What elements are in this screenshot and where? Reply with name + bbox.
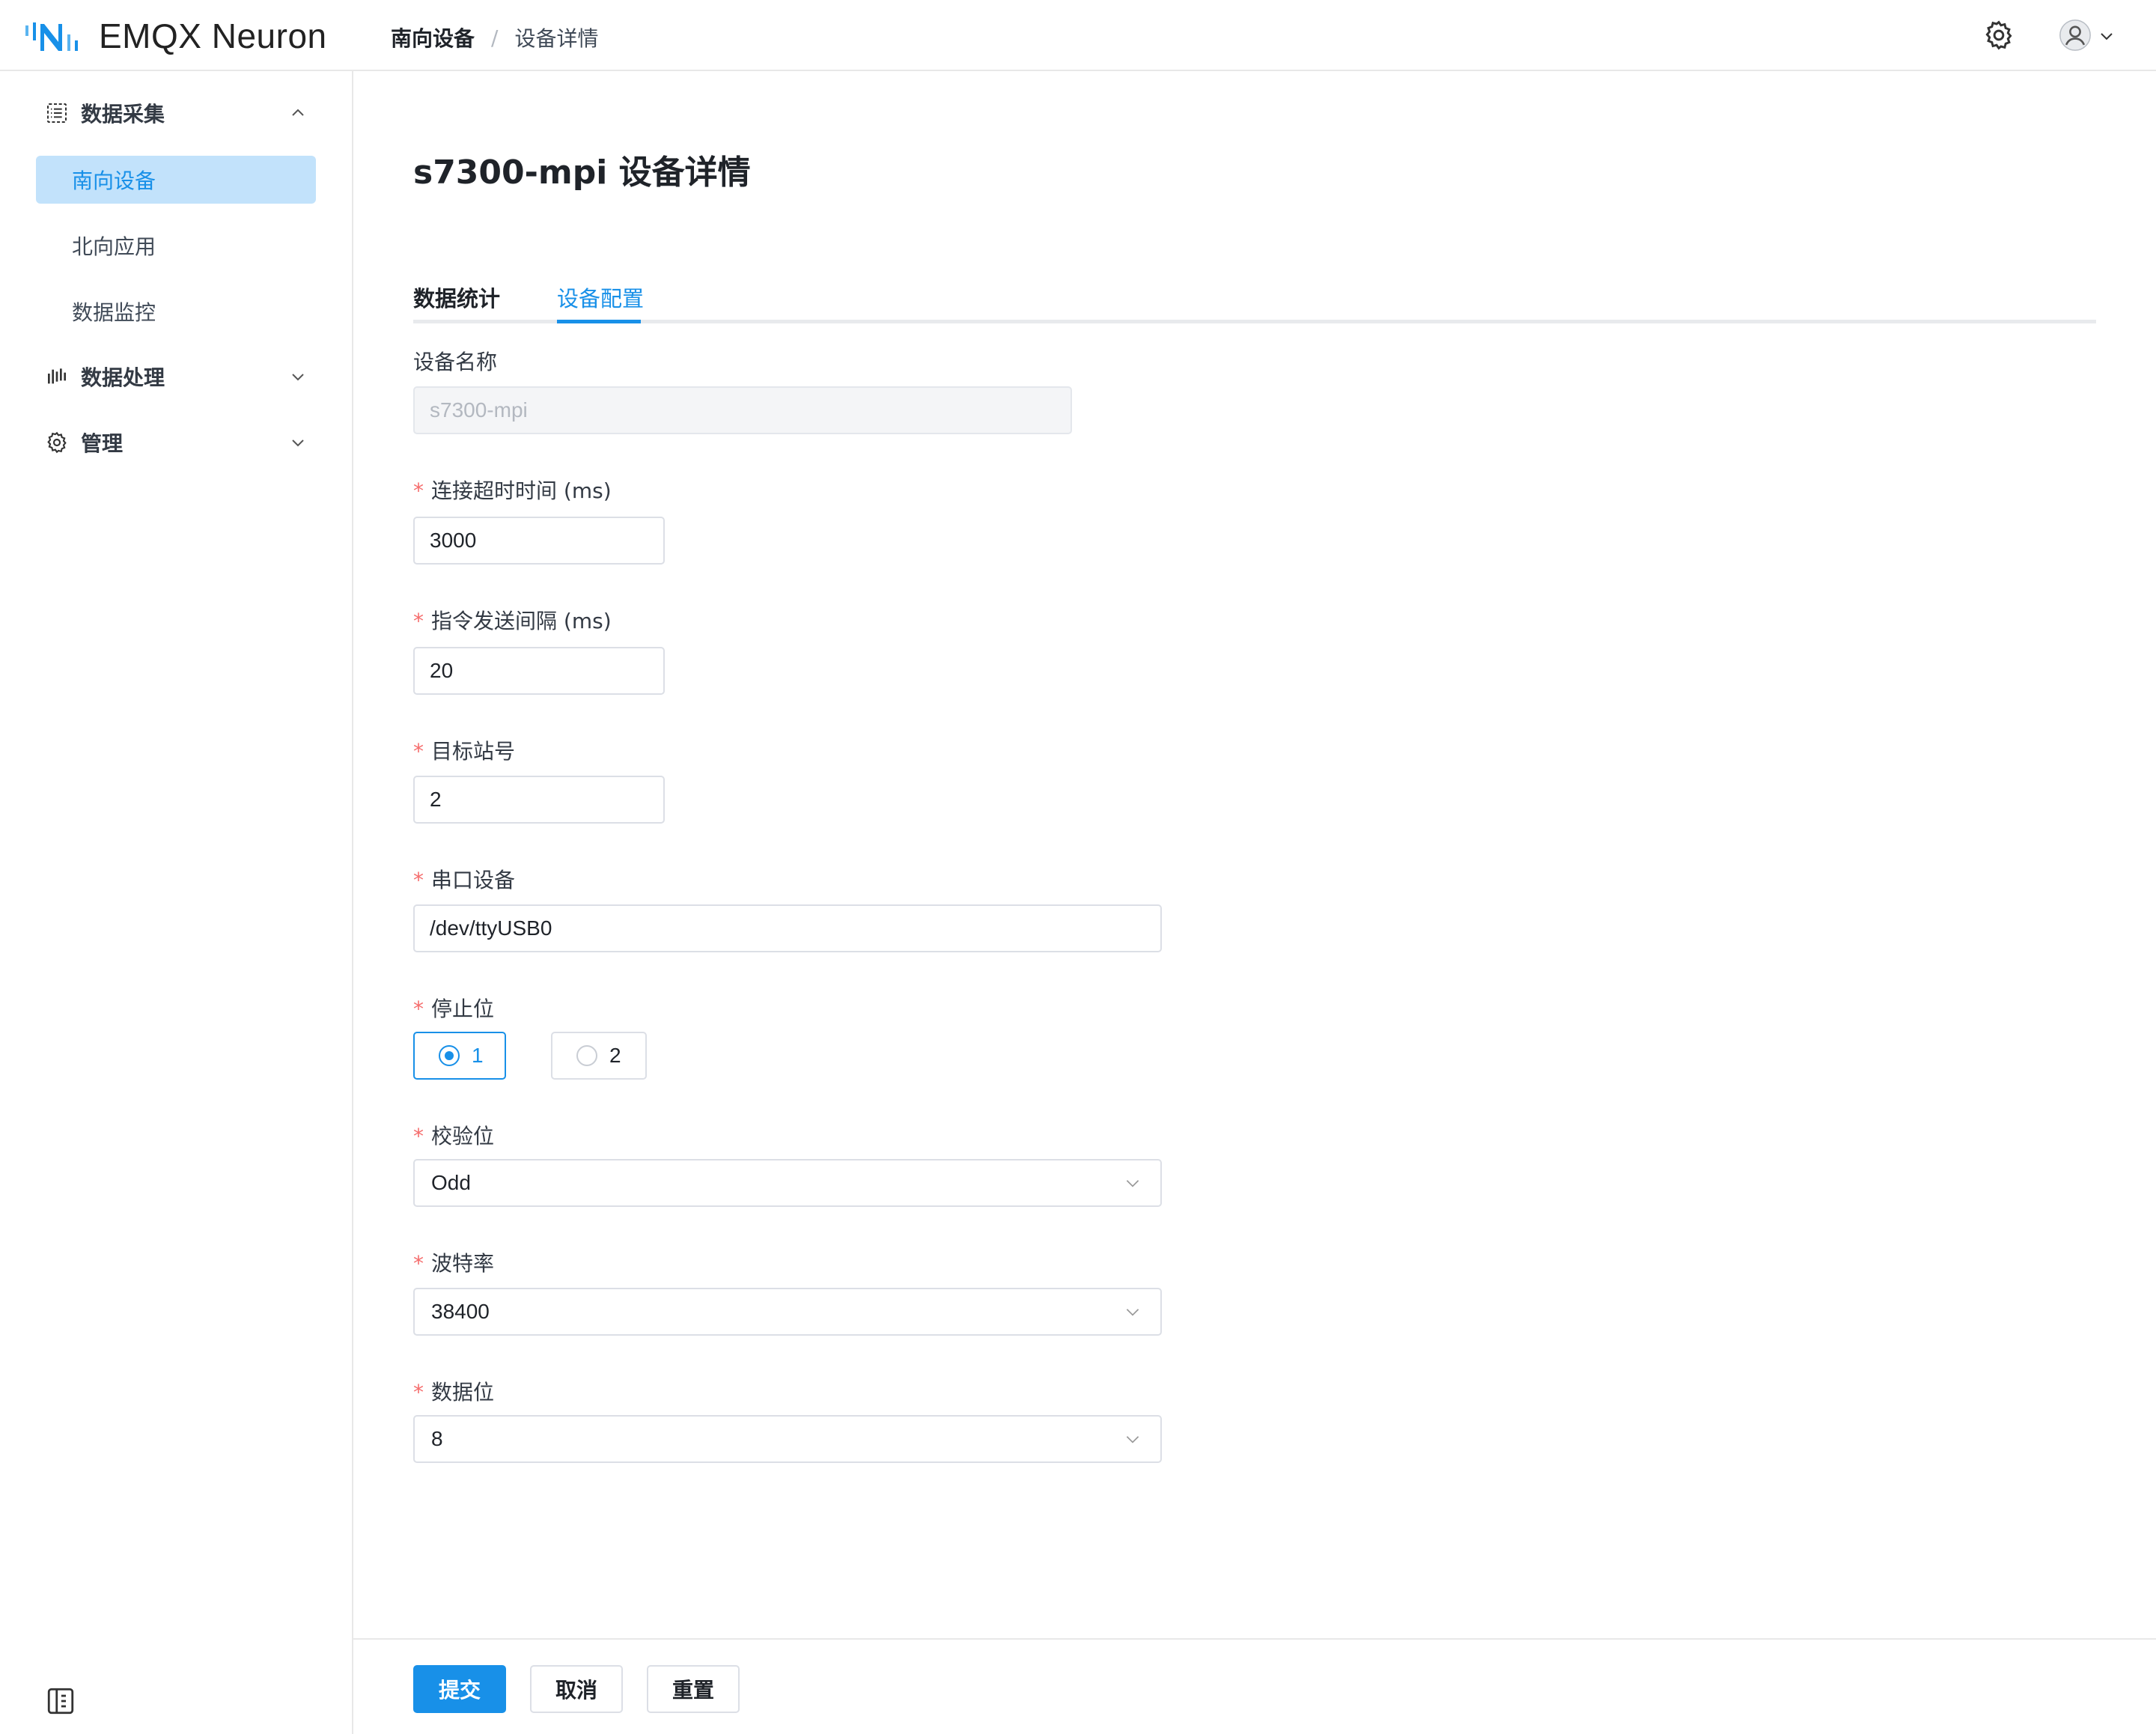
chevron-down-icon <box>292 374 304 381</box>
sidebar-group-data-collection[interactable]: 数据采集 <box>0 91 352 136</box>
gear-icon <box>47 431 67 454</box>
required-mark: * <box>413 1380 424 1405</box>
chevron-down-icon <box>1126 1309 1139 1316</box>
reset-button[interactable]: 重置 <box>647 1665 740 1713</box>
list-icon <box>47 103 67 123</box>
sidebar: 数据采集 南向设备 北向应用 数据监控 数据处理 管理 <box>0 71 353 1734</box>
sidebar-item-label: 数据监控 <box>72 300 156 325</box>
connect-timeout-label: * 连接超时时间 (ms) <box>413 478 612 503</box>
neuron-logo-icon <box>25 22 78 51</box>
sidebar-item-label: 北向应用 <box>72 234 156 259</box>
breadcrumb: 南向设备 / 设备详情 <box>391 22 598 52</box>
baud-rate-select[interactable]: 38400 <box>413 1288 1162 1336</box>
page-title: s7300-mpi 设备详情 <box>413 153 751 192</box>
sidebar-group-label: 数据处理 <box>81 365 165 390</box>
required-mark: * <box>413 478 424 503</box>
logo[interactable]: EMQX Neuron <box>24 13 327 58</box>
target-station-label: * 目标站号 <box>413 739 516 764</box>
chevron-down-icon <box>1126 1180 1139 1187</box>
active-tab-indicator <box>557 320 641 323</box>
tab-data-statistics[interactable]: 数据统计 <box>413 282 500 328</box>
select-value: Odd <box>431 1171 471 1194</box>
sidebar-item-south-devices[interactable]: 南向设备 <box>36 156 316 204</box>
required-mark: * <box>413 997 424 1021</box>
baud-rate-label: * 波特率 <box>413 1251 495 1276</box>
radio-dot-icon <box>439 1045 460 1066</box>
stop-bits-label: * 停止位 <box>413 997 495 1021</box>
device-name-label: 设备名称 <box>413 350 498 374</box>
data-bits-label: * 数据位 <box>413 1380 495 1405</box>
sidebar-item-data-monitoring[interactable]: 数据监控 <box>36 288 316 335</box>
top-header: EMQX Neuron 南向设备 / 设备详情 <box>0 0 2156 71</box>
required-mark: * <box>413 868 424 892</box>
sidebar-item-label: 南向设备 <box>72 168 156 193</box>
send-interval-label: * 指令发送间隔 (ms) <box>413 609 612 633</box>
required-mark: * <box>413 739 424 764</box>
sidebar-group-label: 数据采集 <box>81 102 165 127</box>
bars-icon <box>48 368 66 384</box>
parity-select[interactable]: Odd <box>413 1159 1162 1207</box>
target-station-input[interactable] <box>413 776 665 824</box>
select-value: 8 <box>431 1427 443 1450</box>
required-mark: * <box>413 609 424 633</box>
data-bits-select[interactable]: 8 <box>413 1415 1162 1463</box>
select-value: 38400 <box>431 1300 490 1323</box>
radio-label: 1 <box>472 1044 484 1067</box>
stop-bits-radio-1[interactable]: 1 <box>413 1032 506 1080</box>
sidebar-group-management[interactable]: 管理 <box>0 420 352 465</box>
required-mark: * <box>413 1251 424 1276</box>
stop-bits-radio-2[interactable]: 2 <box>551 1032 647 1080</box>
breadcrumb-parent[interactable]: 南向设备 <box>391 22 475 52</box>
device-name-input[interactable] <box>413 386 1072 434</box>
tab-bar: 数据统计 设备配置 <box>413 276 2096 323</box>
connect-timeout-input[interactable] <box>413 517 665 565</box>
sidebar-item-north-apps[interactable]: 北向应用 <box>36 222 316 270</box>
radio-dot-icon <box>576 1045 597 1066</box>
chevron-up-icon <box>292 109 304 116</box>
required-mark: * <box>413 1124 424 1149</box>
sidebar-group-data-processing[interactable]: 数据处理 <box>0 354 352 399</box>
send-interval-input[interactable] <box>413 647 665 695</box>
breadcrumb-separator: / <box>491 25 499 50</box>
user-menu-chevron-down-icon[interactable] <box>2098 27 2116 45</box>
chevron-down-icon <box>292 439 304 447</box>
form-footer: 提交 取消 重置 <box>353 1638 2156 1734</box>
cancel-button[interactable]: 取消 <box>530 1665 623 1713</box>
breadcrumb-current: 设备详情 <box>514 26 599 51</box>
submit-button[interactable]: 提交 <box>413 1665 506 1713</box>
app-title: EMQX Neuron <box>99 16 327 55</box>
chevron-down-icon <box>1126 1436 1139 1444</box>
parity-label: * 校验位 <box>413 1124 495 1149</box>
user-avatar-icon[interactable] <box>2059 19 2092 52</box>
sidebar-group-label: 管理 <box>81 431 124 456</box>
sidebar-collapse-icon[interactable] <box>45 1685 76 1717</box>
settings-gear-icon[interactable] <box>1982 19 2015 52</box>
serial-device-label: * 串口设备 <box>413 868 516 892</box>
serial-device-input[interactable] <box>413 904 1162 952</box>
radio-label: 2 <box>609 1044 621 1067</box>
